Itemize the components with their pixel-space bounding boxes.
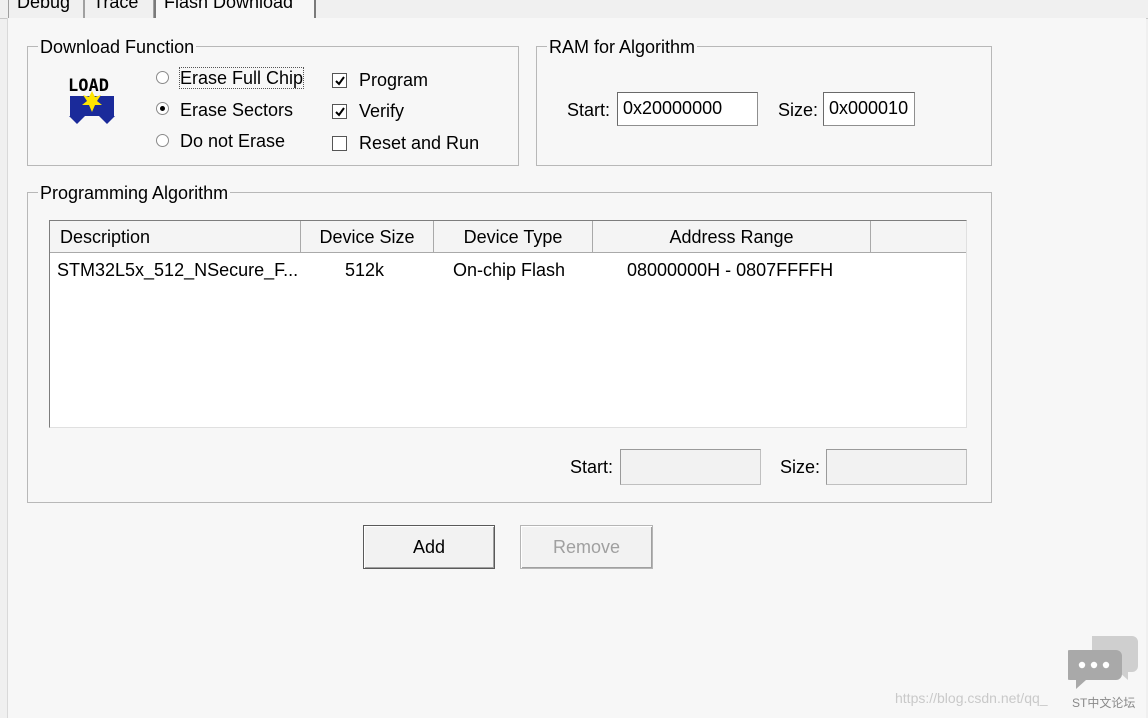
algorithm-list[interactable]: Description Device Size Device Type Addr… [49, 220, 967, 428]
reset-and-run-label[interactable]: Reset and Run [359, 133, 479, 153]
algorithm-start-input[interactable] [620, 449, 761, 485]
row-address-range: 08000000H - 0807FFFFH [627, 260, 834, 280]
row-device-type: On-chip Flash [453, 260, 566, 280]
add-button[interactable]: Add [363, 525, 495, 569]
do-not-erase-radio[interactable] [156, 134, 169, 147]
tab-flash-download-label: Flash Download [164, 0, 294, 12]
program-label[interactable]: Program [359, 70, 428, 90]
ram-start-label: Start: [567, 100, 611, 120]
column-header-description[interactable]: Description [50, 221, 301, 253]
tab-trace[interactable]: Trace [84, 0, 154, 18]
row-device-size: 512k [345, 260, 385, 280]
table-row[interactable]: STM32L5x_512_NSecure_F... 512k On-chip F… [50, 257, 966, 283]
program-checkbox[interactable] [332, 73, 347, 88]
erase-full-chip-label[interactable]: Erase Full Chip [178, 67, 305, 89]
column-header-device-type[interactable]: Device Type [434, 221, 593, 253]
ram-size-input[interactable]: 0x000010 [823, 92, 915, 126]
ram-size-label: Size: [778, 100, 819, 120]
verify-checkbox[interactable] [332, 104, 347, 119]
erase-sectors-label[interactable]: Erase Sectors [180, 100, 293, 120]
chat-bubble-icon [1064, 634, 1140, 690]
load-icon: LOAD [67, 74, 117, 126]
remove-button[interactable]: Remove [520, 525, 653, 569]
do-not-erase-label[interactable]: Do not Erase [180, 131, 285, 151]
reset-and-run-checkbox[interactable] [332, 136, 347, 151]
ram-start-input[interactable]: 0x20000000 [617, 92, 758, 126]
column-header-address-range[interactable]: Address Range [593, 221, 871, 253]
download-function-title: Download Function [38, 37, 197, 57]
watermark-forum: ST中文论坛 [1072, 696, 1136, 710]
ram-for-algorithm-title: RAM for Algorithm [547, 37, 698, 57]
column-header-device-size[interactable]: Device Size [301, 221, 434, 253]
tab-debug[interactable]: Debug [8, 0, 84, 18]
tab-trace-label: Trace [93, 0, 139, 12]
tab-debug-label: Debug [17, 0, 71, 12]
programming-algorithm-title: Programming Algorithm [38, 183, 231, 203]
erase-full-chip-radio[interactable] [156, 71, 169, 84]
erase-sectors-radio[interactable] [156, 102, 169, 115]
check-icon [335, 107, 345, 117]
verify-label[interactable]: Verify [359, 101, 404, 121]
row-description: STM32L5x_512_NSecure_F... [57, 260, 299, 280]
check-icon [335, 76, 345, 86]
algorithm-start-label: Start: [570, 457, 614, 477]
load-icon-text: LOAD [68, 76, 109, 96]
tab-flash-download[interactable]: Flash Download [154, 0, 316, 20]
algorithm-size-label: Size: [780, 457, 821, 477]
algorithm-size-input[interactable] [826, 449, 967, 485]
column-header-empty [871, 221, 966, 253]
watermark-url: https://blog.csdn.net/qq_ [895, 690, 1048, 706]
